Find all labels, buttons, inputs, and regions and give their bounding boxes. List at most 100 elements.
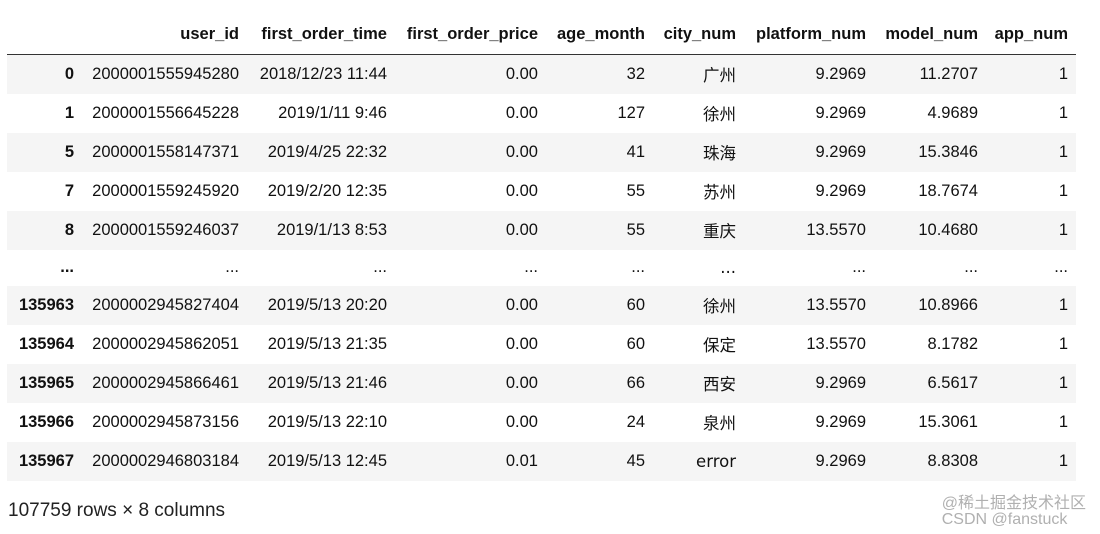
cell-first-order-price: 0.00 [505,334,538,353]
cell-city-num: 保定 [703,336,736,355]
cell-app-num: 1 [1058,220,1068,239]
cell-city-num: 广州 [703,66,736,86]
row-index: 135963 [18,295,74,314]
cell-model-num: 8.8308 [927,451,978,470]
cell-age-month: 55 [626,181,645,200]
cell-app-num: 1 [1058,142,1068,161]
cell-age-month: 60 [626,334,645,353]
cell-platform-num: 9.2969 [815,451,866,470]
cell-model-num: 8.1782 [927,334,978,353]
cell-first-order-time: 2018/12/23 11:44 [259,64,387,83]
cell-first-order-price: 0.00 [505,142,538,161]
column-header-app-num: app_num [986,14,1076,55]
row-index: 135967 [18,451,74,470]
cell-app-num: 1 [1058,295,1068,314]
cell-platform-num: 9.2969 [815,373,866,392]
cell-age-month: 60 [626,295,645,314]
column-header-platform-num: platform_num [744,14,874,55]
cell-first-order-price: 0.00 [505,64,538,83]
cell-city-num: 西安 [703,375,736,394]
cell-platform-num: 13.5570 [806,295,866,314]
column-header-city-num: city_num [653,14,744,55]
cell-app-num: 1 [1058,103,1068,122]
cell-platform-num: 9.2969 [815,142,866,161]
watermark-line-2: CSDN @fanstuck [941,511,1068,528]
cell-user-id: 2000001555945280 [92,64,239,83]
table-row: 0 2000001555945280 2018/12/23 11:44 0.00 32 广… [7,54,1076,94]
cell-model-num: 15.3061 [918,412,978,431]
row-index: 7 [64,181,74,200]
cell-first-order-time: 2019/1/11 9:46 [278,103,387,122]
cell-first-order-price: 0.00 [505,412,538,431]
cell-first-order-price: 0.00 [505,220,538,239]
cell-platform-num: 13.5570 [806,334,866,353]
cell-age-month: 24 [626,412,645,431]
row-index: 135964 [18,334,74,353]
column-header-age-month: age_month [546,14,653,55]
cell-model-num: 11.2707 [919,64,978,83]
cell-user-id: 2000001558147371 [92,142,239,161]
cell-city-num: 泉州 [703,414,736,433]
cell-user-id: 2000002945866461 [92,373,239,392]
column-header-user-id: user_id [82,14,247,55]
cell-platform-num: 13.5570 [806,220,866,239]
ellipsis-row: ........................... [7,249,1076,286]
cell-app-num: ... [1054,258,1068,276]
cell-app-num: 1 [1058,412,1068,431]
cell-city-num: ... [720,258,736,277]
cell-age-month: 66 [626,373,645,392]
cell-model-num: 6.5617 [927,373,978,392]
cell-first-order-time: 2019/4/25 22:32 [267,142,387,161]
table-row: 135964 2000002945862051 2019/5/13 21:35 0.0… [7,324,1076,364]
cell-city-num: 徐州 [703,297,736,316]
cell-first-order-time: 2019/5/13 21:35 [267,334,387,353]
cell-platform-num: 9.2969 [815,181,866,200]
cell-platform-num: 9.2969 [815,103,866,122]
column-header-model-num: model_num [874,14,986,55]
cell-first-order-price: 0.00 [505,373,538,392]
index-header [7,14,82,55]
cell-age-month: 55 [626,220,645,239]
cell-city-num: error [696,451,736,471]
cell-age-month: ... [631,258,645,276]
row-index: 5 [64,142,74,161]
cell-user-id: 2000002945873156 [92,412,239,431]
cell-app-num: 1 [1058,64,1068,83]
cell-user-id: ... [225,258,239,276]
row-index: 8 [64,220,74,239]
cell-user-id: 2000001559246037 [92,220,239,239]
watermark: @稀土掘金技术社区 CSDN @fanstuck [942,496,1086,528]
cell-user-id: 2000002946803184 [92,451,239,470]
table-row: 8 2000001559246037 2019/1/13 8:53 0.00 55 重庆 1… [7,210,1076,250]
table-row: 1 2000001556645228 2019/1/11 9:46 0.00 127 徐州… [7,93,1076,133]
cell-model-num: 10.8966 [918,295,978,314]
cell-user-id: 2000001559245920 [92,181,239,200]
cell-city-num: 重庆 [703,222,736,241]
cell-first-order-time: 2019/5/13 21:46 [267,373,387,392]
row-index: 135965 [18,373,74,392]
column-header-first-order-price: first_order_price [395,14,546,55]
cell-city-num: 珠海 [703,144,736,163]
cell-model-num: 4.9689 [927,103,978,122]
cell-first-order-price: 0.01 [505,451,538,470]
table-row: 5 2000001558147371 2019/4/25 22:32 0.00 41 珠海… [7,132,1076,172]
cell-age-month: 127 [617,103,645,122]
cell-model-num: 10.4680 [918,220,978,239]
cell-age-month: 45 [626,451,645,470]
row-index: 1 [64,103,74,122]
column-header-first-order-time: first_order_time [247,14,395,55]
cell-platform-num: 9.2969 [815,64,866,83]
cell-user-id: 2000002945862051 [92,334,239,353]
cell-app-num: 1 [1058,334,1068,353]
cell-app-num: 1 [1058,451,1068,470]
row-index: 0 [64,64,74,83]
cell-platform-num: 9.2969 [815,412,866,431]
table-row: 135966 2000002945873156 2019/5/13 22:10 0.0… [7,402,1076,442]
dataframe-shape-text: 107759 rows × 8 columns [8,500,226,521]
cell-platform-num: ... [852,258,866,276]
cell-user-id: 2000002945827404 [92,295,239,314]
cell-first-order-time: ... [373,258,387,276]
dataframe-output: user_id first_order_time first_order_price… [7,14,1076,481]
cell-first-order-time: 2019/1/13 8:53 [276,220,387,239]
cell-model-num: 15.3846 [918,142,978,161]
